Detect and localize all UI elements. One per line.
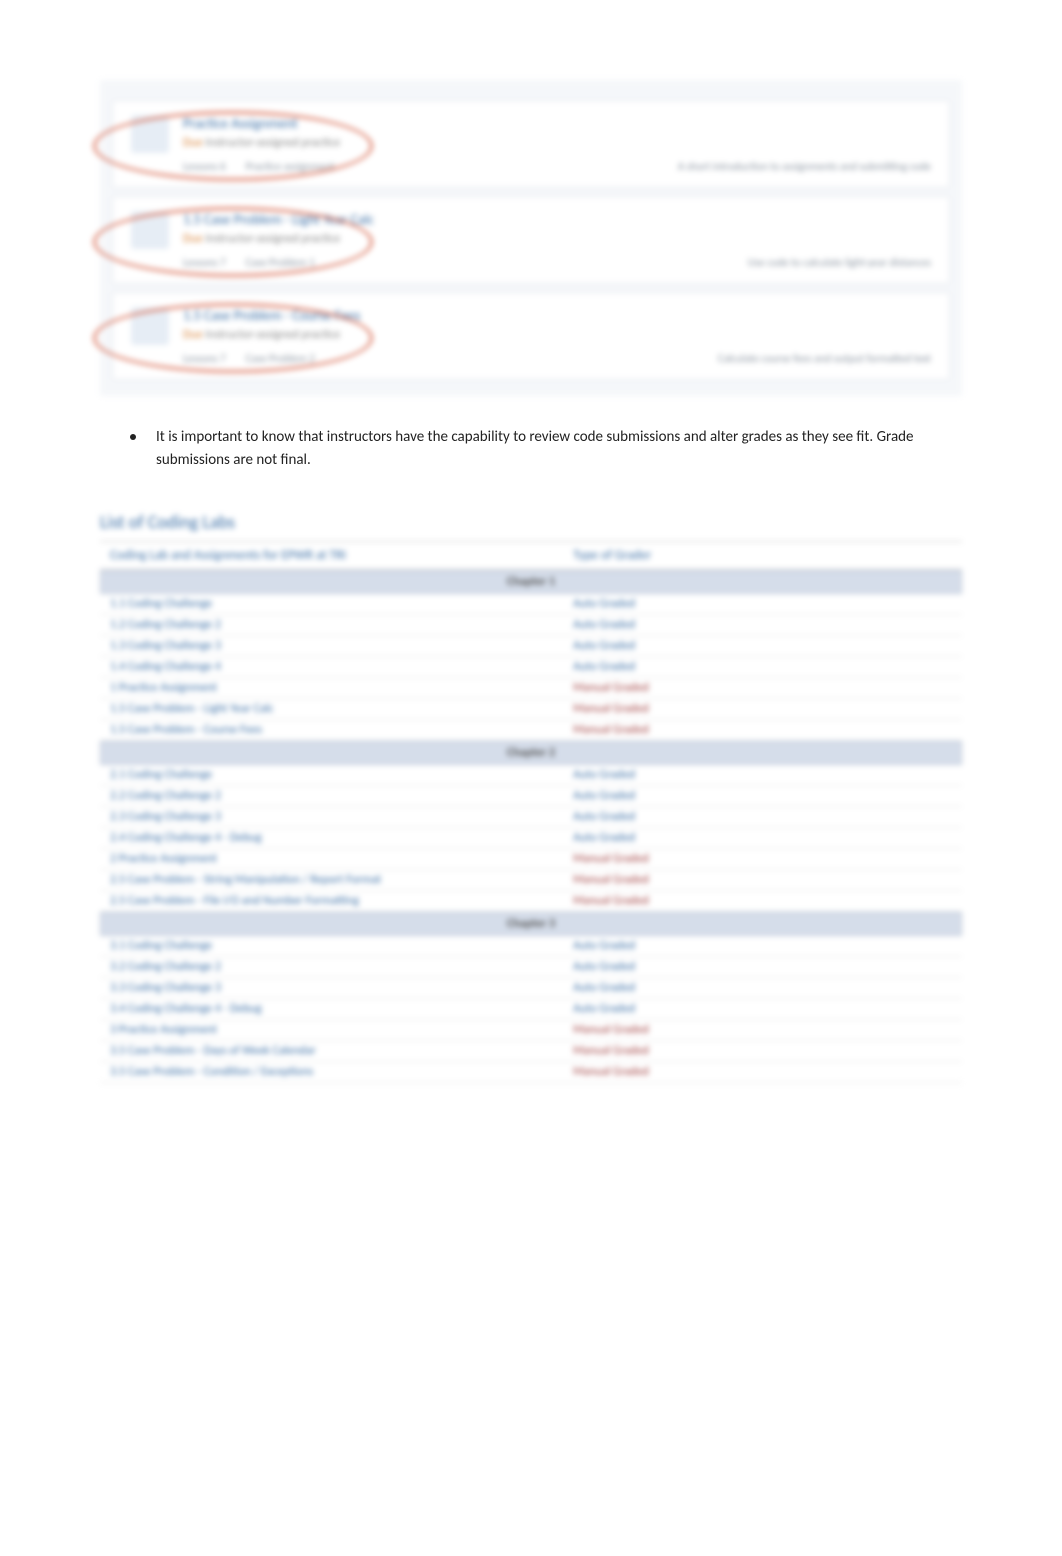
coding-labs-table: List of Coding Labs Coding Lab and Assig… (100, 511, 962, 1083)
annotation-circle (93, 111, 373, 181)
grader-type: Auto Graded (573, 597, 952, 611)
table-row: 3.2 Coding Challenge 2Auto Graded (100, 957, 962, 978)
table-header: Coding Lab and Assignments for EPWR at T… (100, 541, 962, 570)
table-row: 1 Practice AssignmentManual Graded (100, 678, 962, 699)
table-title: List of Coding Labs (100, 511, 962, 533)
table-row: 1.3 Coding Challenge 3Auto Graded (100, 636, 962, 657)
table-row: 1.5 Case Problem - Course FeesManual Gra… (100, 720, 962, 741)
grader-type: Auto Graded (573, 660, 952, 674)
card-footer-right: Use code to calculate light-year distanc… (748, 256, 931, 269)
bullet-text: It is important to know that instructors… (156, 426, 932, 471)
assignment-card: 1.5 Case Problem - Light Year Calc Due I… (112, 196, 950, 284)
grader-type: Auto Graded (573, 618, 952, 632)
table-row: 2.3 Coding Challenge 3Auto Graded (100, 807, 962, 828)
lab-name[interactable]: 2.2 Coding Challenge 2 (110, 789, 573, 803)
grader-type: Auto Graded (573, 981, 952, 995)
grader-type: Auto Graded (573, 810, 952, 824)
group-header: Chapter 1 (100, 570, 962, 594)
grader-type: Auto Graded (573, 960, 952, 974)
header-right: Type of Grader (573, 548, 952, 563)
card-footer-right: A short introduction to assignments and … (678, 160, 931, 173)
grader-type: Manual Graded (573, 1023, 952, 1037)
lab-name[interactable]: 1.3 Coding Challenge 3 (110, 639, 573, 653)
lab-name[interactable]: 3.5 Case Problem - Days of Week Calendar (110, 1044, 573, 1058)
assignment-card: 1.5 Case Problem - Course Fees Due Instr… (112, 292, 950, 380)
grader-type: Manual Graded (573, 852, 952, 866)
lab-name[interactable]: 1.2 Coding Challenge 2 (110, 618, 573, 632)
table-row: 2.5 Case Problem - File I/O and Number F… (100, 891, 962, 912)
assignment-cards-panel: Practice Assignment Due Instructor-assig… (100, 80, 962, 396)
annotation-circle (93, 207, 373, 277)
grader-type: Auto Graded (573, 1002, 952, 1016)
annotation-circle (93, 303, 373, 373)
bullet-block: It is important to know that instructors… (100, 426, 962, 471)
table-row: 1.4 Coding Challenge 4Auto Graded (100, 657, 962, 678)
lab-name[interactable]: 1.5 Case Problem - Light Year Calc (110, 702, 573, 716)
grader-type: Manual Graded (573, 894, 952, 908)
table-row: 3.1 Coding ChallengeAuto Graded (100, 936, 962, 957)
lab-name[interactable]: 1.4 Coding Challenge 4 (110, 660, 573, 674)
bullet-icon (130, 434, 136, 440)
lab-name[interactable]: 3.1 Coding Challenge (110, 939, 573, 953)
lab-name[interactable]: 1 Practice Assignment (110, 681, 573, 695)
grader-type: Manual Graded (573, 873, 952, 887)
table-row: 2.4 Coding Challenge 4 - DebugAuto Grade… (100, 828, 962, 849)
lab-name[interactable]: 3.4 Coding Challenge 4 - Debug (110, 1002, 573, 1016)
table-row: 1.5 Case Problem - Light Year CalcManual… (100, 699, 962, 720)
table-row: 3.4 Coding Challenge 4 - DebugAuto Grade… (100, 999, 962, 1020)
table-row: 3 Practice AssignmentManual Graded (100, 1020, 962, 1041)
lab-name[interactable]: 3.2 Coding Challenge 2 (110, 960, 573, 974)
group-header: Chapter 2 (100, 741, 962, 765)
lab-name[interactable]: 2.3 Coding Challenge 3 (110, 810, 573, 824)
card-footer-right: Calculate course fees and output formatt… (718, 352, 931, 365)
table-row: 2 Practice AssignmentManual Graded (100, 849, 962, 870)
lab-name[interactable]: 2.5 Case Problem - File I/O and Number F… (110, 894, 573, 908)
table-row: 3.5 Case Problem - Condition / Exception… (100, 1062, 962, 1083)
header-left: Coding Lab and Assignments for EPWR at T… (110, 548, 573, 563)
lab-name[interactable]: 2 Practice Assignment (110, 852, 573, 866)
grader-type: Auto Graded (573, 768, 952, 782)
grader-type: Manual Graded (573, 1044, 952, 1058)
assignment-card: Practice Assignment Due Instructor-assig… (112, 100, 950, 188)
grader-type: Manual Graded (573, 723, 952, 737)
table-row: 1.2 Coding Challenge 2Auto Graded (100, 615, 962, 636)
lab-name[interactable]: 3.5 Case Problem - Condition / Exception… (110, 1065, 573, 1079)
lab-name[interactable]: 1.5 Case Problem - Course Fees (110, 723, 573, 737)
grader-type: Auto Graded (573, 639, 952, 653)
lab-name[interactable]: 3.3 Coding Challenge 3 (110, 981, 573, 995)
grader-type: Manual Graded (573, 681, 952, 695)
table-row: 1.1 Coding ChallengeAuto Graded (100, 594, 962, 615)
table-row: 2.2 Coding Challenge 2Auto Graded (100, 786, 962, 807)
grader-type: Manual Graded (573, 702, 952, 716)
table-row: 2.5 Case Problem - String Manipulation /… (100, 870, 962, 891)
table-row: 3.5 Case Problem - Days of Week Calendar… (100, 1041, 962, 1062)
grader-type: Manual Graded (573, 1065, 952, 1079)
lab-name[interactable]: 2.1 Coding Challenge (110, 768, 573, 782)
lab-name[interactable]: 3 Practice Assignment (110, 1023, 573, 1037)
lab-name[interactable]: 2.4 Coding Challenge 4 - Debug (110, 831, 573, 845)
grader-type: Auto Graded (573, 939, 952, 953)
group-header: Chapter 3 (100, 912, 962, 936)
table-row: 3.3 Coding Challenge 3Auto Graded (100, 978, 962, 999)
grader-type: Auto Graded (573, 789, 952, 803)
grader-type: Auto Graded (573, 831, 952, 845)
lab-name[interactable]: 1.1 Coding Challenge (110, 597, 573, 611)
table-row: 2.1 Coding ChallengeAuto Graded (100, 765, 962, 786)
lab-name[interactable]: 2.5 Case Problem - String Manipulation /… (110, 873, 573, 887)
